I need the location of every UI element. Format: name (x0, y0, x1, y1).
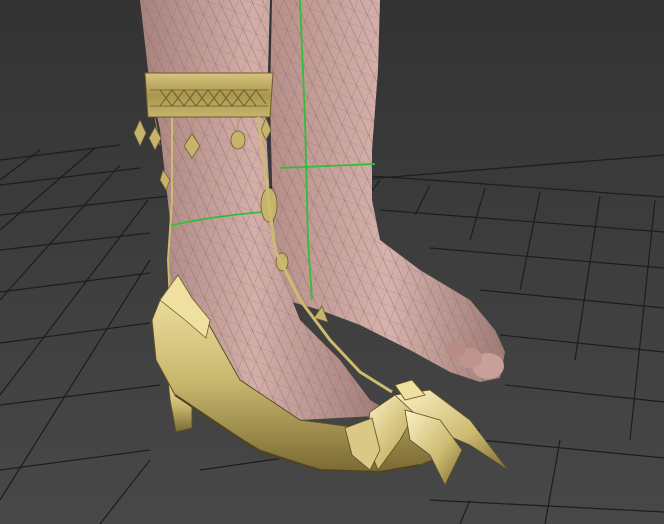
anklet-band[interactable] (144, 72, 274, 118)
3d-viewport[interactable] (0, 0, 664, 524)
